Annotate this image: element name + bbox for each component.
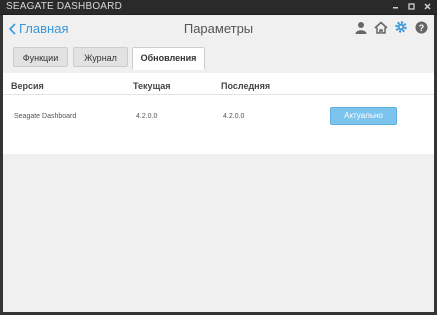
title-bar: SEAGATE DASHBOARD bbox=[0, 0, 437, 15]
header-divider bbox=[3, 94, 434, 95]
empty-area bbox=[3, 154, 434, 312]
close-button[interactable] bbox=[422, 1, 433, 12]
svg-text:?: ? bbox=[418, 23, 424, 33]
user-icon[interactable] bbox=[354, 20, 368, 34]
tab-updates[interactable]: Обновления bbox=[132, 47, 205, 70]
minimize-icon bbox=[393, 7, 398, 9]
app-title: SEAGATE DASHBOARD bbox=[6, 1, 123, 12]
header-icons: ? bbox=[354, 20, 428, 34]
column-header-latest: Последняя bbox=[221, 81, 271, 91]
maximize-icon bbox=[408, 3, 415, 10]
column-header-current: Текущая bbox=[133, 81, 171, 91]
tab-journal[interactable]: Журнал bbox=[73, 47, 128, 67]
row-latest-version: 4.2.0.0 bbox=[223, 113, 245, 120]
row-current-version: 4.2.0.0 bbox=[136, 113, 158, 120]
page-header: Главная Параметры ? bbox=[3, 15, 434, 43]
gear-icon[interactable] bbox=[394, 20, 408, 34]
maximize-button[interactable] bbox=[406, 1, 417, 12]
tab-bar: Функции Журнал Обновления bbox=[3, 43, 434, 74]
home-icon[interactable] bbox=[374, 20, 388, 34]
row-version-name: Seagate Dashboard bbox=[14, 113, 77, 120]
column-header-version: Версия bbox=[11, 81, 44, 91]
close-icon bbox=[424, 3, 431, 10]
minimize-button[interactable] bbox=[390, 1, 401, 12]
updates-panel: Версия Текущая Последняя Seagate Dashboa… bbox=[3, 73, 434, 155]
app-window: SEAGATE DASHBOARD Главная Параметры ? Фу… bbox=[0, 0, 437, 315]
main-content: Главная Параметры ? Функции Журнал Обнов… bbox=[3, 15, 434, 312]
tab-functions[interactable]: Функции bbox=[13, 47, 68, 67]
window-controls bbox=[390, 1, 433, 12]
up-to-date-button[interactable]: Актуально bbox=[330, 107, 397, 125]
help-icon[interactable]: ? bbox=[414, 20, 428, 34]
